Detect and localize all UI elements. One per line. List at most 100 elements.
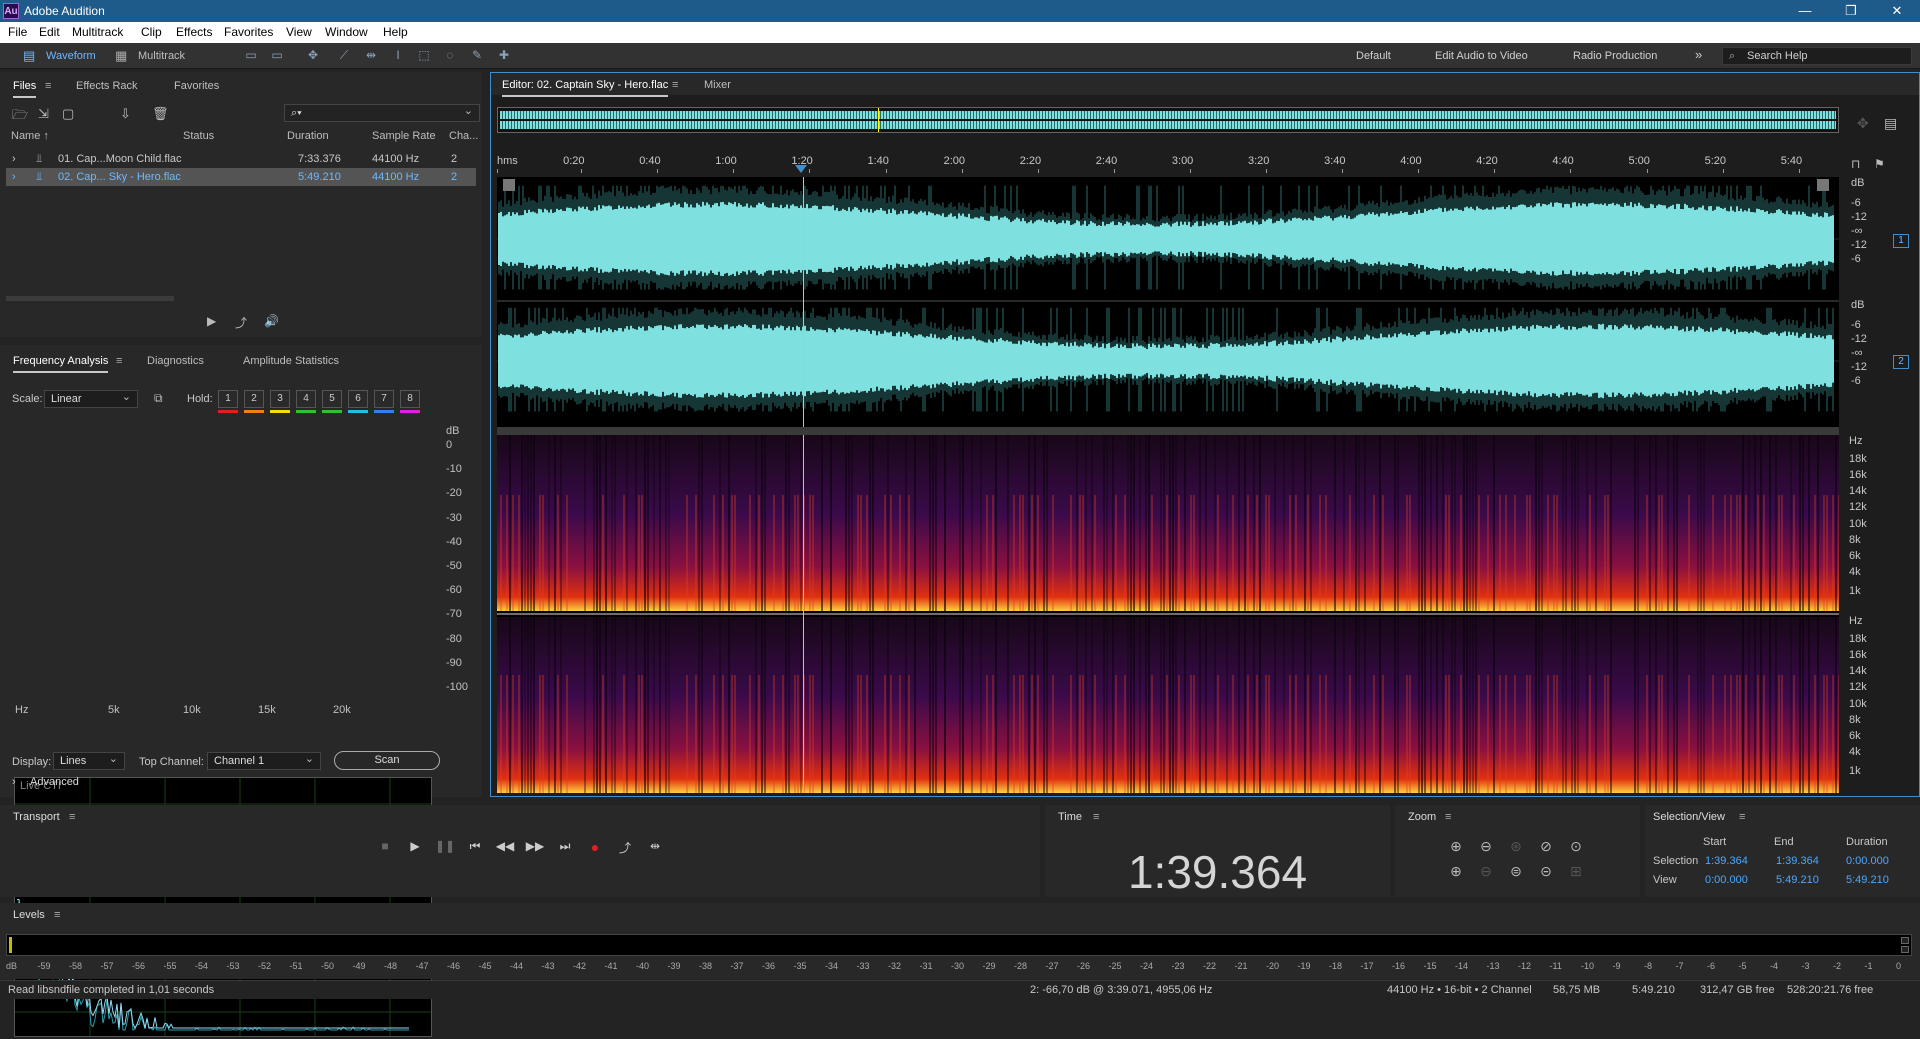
- zoom-full-icon[interactable]: ⊞: [1565, 863, 1587, 883]
- file-row[interactable]: › ⫫ 01. Cap...Moon Child.flac 7:33.376 4…: [6, 150, 476, 168]
- import-file-icon[interactable]: ⇲: [38, 106, 49, 122]
- levels-menu-icon[interactable]: ≡: [54, 909, 60, 921]
- new-file-icon[interactable]: ▢: [62, 106, 74, 122]
- menu-help[interactable]: Help: [383, 25, 408, 39]
- transport-stop-icon[interactable]: ■: [375, 839, 395, 853]
- files-scrollbar[interactable]: [6, 296, 174, 301]
- transport-go-to-start-icon[interactable]: ⏮: [465, 839, 485, 854]
- playhead-marker[interactable]: [795, 165, 807, 173]
- clip-indicator-l[interactable]: [1901, 937, 1909, 944]
- time-selection-tool-icon[interactable]: I: [390, 48, 406, 62]
- zoom-menu-icon[interactable]: ≡: [1445, 811, 1451, 823]
- multitrack-view-button[interactable]: ▦ Multitrack: [112, 46, 212, 66]
- selection-end[interactable]: 1:39.364: [1776, 855, 1819, 867]
- minimize-icon[interactable]: —: [1782, 0, 1828, 22]
- pitch-display-icon[interactable]: ▭: [269, 48, 285, 62]
- zoom-to-selection-icon[interactable]: ✥: [1857, 115, 1869, 132]
- hold-button-2[interactable]: 2: [244, 390, 264, 408]
- transport-skip-selection-icon[interactable]: ⇹: [645, 839, 665, 853]
- restore-icon[interactable]: ❐: [1828, 0, 1874, 22]
- tab-diagnostics[interactable]: Diagnostics: [147, 355, 204, 367]
- files-search-input[interactable]: ⌕▾: [284, 103, 480, 122]
- delete-icon[interactable]: 🗑: [152, 106, 169, 122]
- spot-healing-tool-icon[interactable]: ✚: [496, 48, 512, 62]
- advanced-expand-icon[interactable]: ›: [12, 776, 16, 788]
- tab-effects-rack[interactable]: Effects Rack: [76, 80, 138, 92]
- workspace-default[interactable]: Default: [1356, 50, 1391, 62]
- zoom-reset-icon[interactable]: ⊙: [1565, 838, 1587, 858]
- zoom-to-selection-icon[interactable]: ⊛: [1505, 838, 1527, 858]
- hold-button-5[interactable]: 5: [322, 390, 342, 408]
- col-status[interactable]: Status: [183, 130, 214, 142]
- file-row-selected[interactable]: › ⫫ 02. Cap... Sky - Hero.flac 5:49.210 …: [6, 168, 476, 186]
- col-channels[interactable]: Cha...: [449, 130, 478, 142]
- col-name[interactable]: Name ↑: [11, 130, 49, 142]
- menu-window[interactable]: Window: [325, 25, 368, 39]
- hold-button-1[interactable]: 1: [218, 390, 238, 408]
- zoom-in-left-icon[interactable]: ⊜: [1505, 863, 1527, 883]
- hud-icon[interactable]: [503, 179, 515, 191]
- zoom-in-amplitude-icon[interactable]: ⊕: [1445, 838, 1467, 858]
- zoom-out-amplitude-icon[interactable]: ⊖: [1475, 838, 1497, 858]
- selection-start[interactable]: 1:39.364: [1705, 855, 1748, 867]
- display-select[interactable]: Lines: [53, 751, 125, 770]
- advanced-label[interactable]: Advanced: [30, 776, 79, 788]
- hold-button-8[interactable]: 8: [400, 390, 420, 408]
- tab-frequency-analysis[interactable]: Frequency Analysis: [13, 355, 109, 373]
- time-display[interactable]: 1:39.364: [1045, 845, 1390, 899]
- transport-play-icon[interactable]: ▶: [405, 839, 425, 853]
- waveform-display[interactable]: [497, 177, 1839, 427]
- marker-icon[interactable]: ⚑: [1874, 157, 1885, 171]
- channel-2-button[interactable]: 2: [1893, 355, 1909, 369]
- razor-tool-icon[interactable]: ⟋: [336, 48, 352, 62]
- transport-pause-icon[interactable]: ❚❚: [435, 839, 455, 853]
- snap-icon[interactable]: ⊓: [1851, 157, 1860, 171]
- expand-view-icon[interactable]: [1817, 179, 1829, 191]
- copy-icon[interactable]: ⧉: [154, 391, 163, 406]
- transport-menu-icon[interactable]: ≡: [69, 811, 75, 823]
- workspace-overflow-icon[interactable]: »: [1695, 47, 1702, 62]
- selection-duration[interactable]: 0:00.000: [1846, 855, 1889, 867]
- files-panel-menu-icon[interactable]: ≡: [45, 80, 51, 92]
- preview-loop-icon[interactable]: ⤴: [235, 314, 247, 331]
- editor-menu-icon[interactable]: ≡: [672, 79, 678, 91]
- workspace-radio-production[interactable]: Radio Production: [1573, 50, 1657, 62]
- tab-mixer[interactable]: Mixer: [704, 79, 731, 91]
- menu-file[interactable]: File: [8, 25, 27, 39]
- time-menu-icon[interactable]: ≡: [1093, 811, 1099, 823]
- menu-multitrack[interactable]: Multitrack: [72, 25, 123, 39]
- hold-button-4[interactable]: 4: [296, 390, 316, 408]
- clip-indicator-r[interactable]: [1901, 946, 1909, 953]
- top-channel-select[interactable]: Channel 1: [207, 751, 321, 770]
- transport-fast-forward-icon[interactable]: ▶▶: [525, 839, 545, 853]
- transport-go-to-end-icon[interactable]: ⏭: [555, 839, 575, 854]
- move-tool-icon[interactable]: ✥: [305, 48, 321, 62]
- hold-button-3[interactable]: 3: [270, 390, 290, 408]
- overview-bar[interactable]: [497, 107, 1839, 133]
- transport-record-icon[interactable]: ●: [585, 839, 605, 855]
- workspace-edit-audio-to-video[interactable]: Edit Audio to Video: [1435, 50, 1528, 62]
- preview-play-icon[interactable]: ▶: [207, 314, 216, 328]
- slip-tool-icon[interactable]: ⇹: [363, 48, 379, 62]
- view-splitter[interactable]: [497, 427, 1839, 435]
- zoom-in-time-icon[interactable]: ⊕: [1445, 863, 1467, 883]
- freq-panel-menu-icon[interactable]: ≡: [116, 355, 122, 367]
- menu-clip[interactable]: Clip: [141, 25, 162, 39]
- time-ruler[interactable]: hms 0:20 0:40 1:00 1:20 1:40 2:00 2:20 2:40 3:00 3…: [497, 155, 1839, 173]
- tab-files[interactable]: Files: [13, 80, 37, 98]
- view-end[interactable]: 5:49.210: [1776, 874, 1819, 886]
- menu-favorites[interactable]: Favorites: [224, 25, 273, 39]
- open-file-icon[interactable]: 🗁: [12, 106, 28, 128]
- tab-amplitude-statistics[interactable]: Amplitude Statistics: [243, 355, 339, 367]
- menu-effects[interactable]: Effects: [176, 25, 212, 39]
- spectral-display[interactable]: [497, 435, 1840, 793]
- view-duration[interactable]: 5:49.210: [1846, 874, 1889, 886]
- scan-button[interactable]: Scan: [334, 751, 440, 770]
- tab-editor[interactable]: Editor: 02. Captain Sky - Hero.flac: [502, 79, 669, 97]
- view-start[interactable]: 0:00.000: [1705, 874, 1748, 886]
- menu-view[interactable]: View: [286, 25, 312, 39]
- channel-1-button[interactable]: 1: [1893, 234, 1909, 248]
- transport-rewind-icon[interactable]: ◀◀: [495, 839, 515, 853]
- waveform-view-button[interactable]: ▤ Waveform: [20, 46, 110, 66]
- col-sample-rate[interactable]: Sample Rate: [372, 130, 436, 142]
